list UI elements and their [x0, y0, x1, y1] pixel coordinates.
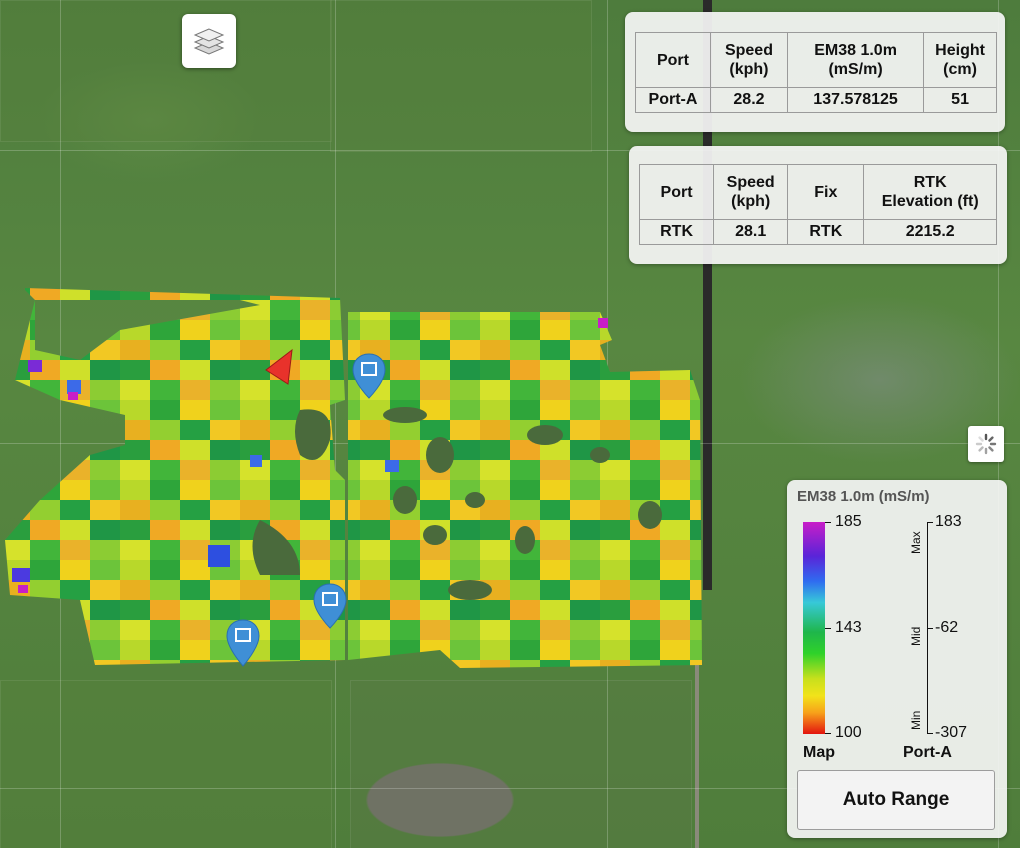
layers-button[interactable] [182, 14, 236, 68]
em38-cell: 137.578125 [786, 87, 925, 113]
legend-word-mid: Mid [909, 626, 923, 646]
rtk-table: Port Speed (kph) Fix RTK Elevation (ft) … [638, 164, 997, 245]
speed-header: Speed (kph) [713, 164, 789, 220]
color-scale-bar [803, 522, 825, 734]
map-pin-icon[interactable] [223, 618, 263, 670]
port-header: Port [638, 164, 715, 220]
legend-word-min: Min [909, 710, 923, 730]
speed-cell: 28.2 [709, 87, 788, 113]
spinner-icon [975, 433, 997, 455]
height-cell: 51 [923, 87, 997, 113]
em38-header: EM38 1.0m (mS/m) [786, 32, 925, 88]
legend-axis-max: 183 [935, 513, 962, 530]
port-cell: RTK [638, 219, 715, 245]
speed-cell: 28.1 [713, 219, 789, 245]
legend-map-min: 100 [835, 724, 862, 741]
port-cell: Port-A [635, 87, 711, 113]
legend-title: EM38 1.0m (mS/m) [797, 488, 930, 505]
rtk-elevation-cell: 2215.2 [863, 219, 997, 245]
legend-axis-mid: -62 [935, 619, 959, 636]
legend-map-label: Map [803, 744, 835, 761]
triangle-arrow-icon [265, 348, 293, 385]
loading-button[interactable] [968, 426, 1004, 462]
rtk-elevation-header: RTK Elevation (ft) [863, 164, 997, 220]
legend-map-mid: 143 [835, 619, 862, 636]
layers-icon [193, 28, 225, 55]
fix-header: Fix [787, 164, 865, 220]
port-a-table: Port Speed (kph) EM38 1.0m (mS/m) Height… [635, 32, 997, 113]
legend-word-max: Max [909, 531, 923, 554]
rtk-panel: Port Speed (kph) Fix RTK Elevation (ft) … [629, 146, 1007, 264]
map-pin-icon[interactable] [310, 582, 350, 632]
auto-range-button[interactable]: Auto Range [797, 770, 995, 830]
legend-axis-min: -307 [935, 724, 968, 741]
speed-header: Speed (kph) [709, 32, 788, 88]
port-header: Port [635, 32, 711, 88]
port-a-panel: Port Speed (kph) EM38 1.0m (mS/m) Height… [625, 12, 1005, 132]
map-pin-icon[interactable] [349, 352, 389, 402]
height-header: Height (cm) [923, 32, 997, 88]
fix-cell: RTK [787, 219, 865, 245]
legend-port-label: Port-A [903, 744, 952, 761]
legend-map-max: 185 [835, 513, 862, 530]
color-legend: EM38 1.0m (mS/m) 185 143 100 183 -62 -30… [787, 480, 1007, 838]
